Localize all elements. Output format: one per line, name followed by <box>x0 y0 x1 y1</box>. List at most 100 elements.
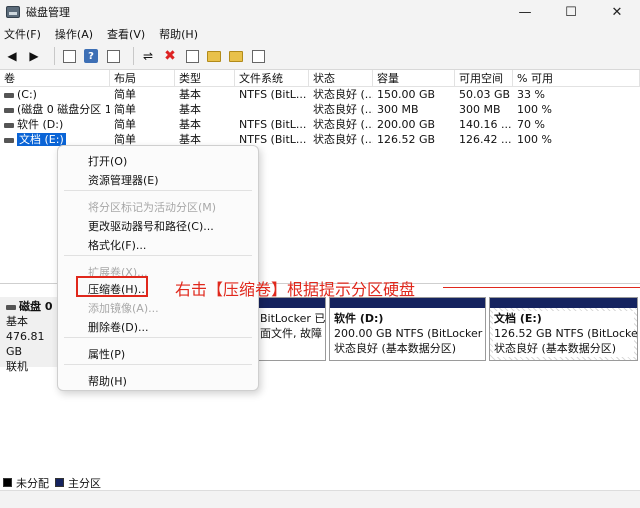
volume-name: (磁盘 0 磁盘分区 1) <box>17 103 110 116</box>
table-row[interactable]: (磁盘 0 磁盘分区 1) 简单 基本 状态良好 (... 300 MB 300… <box>0 102 640 117</box>
menu-bar: 文件(F) 操作(A) 查看(V) 帮助(H) <box>0 24 640 43</box>
menu-item-help[interactable]: 帮助(H) <box>88 373 127 389</box>
disk-label[interactable]: 磁盘 0 基本 476.81 GB 联机 <box>0 297 57 373</box>
volume-percent-free: 100 % <box>517 133 552 146</box>
properties-icon[interactable] <box>105 48 121 64</box>
column-header-status[interactable]: 状态 <box>309 70 373 86</box>
list-view-icon[interactable] <box>250 48 266 64</box>
table-row[interactable]: (C:) 简单 基本 NTFS (BitL... 状态良好 (... 150.0… <box>0 87 640 102</box>
column-header-capacity[interactable]: 容量 <box>373 70 455 86</box>
disk-icon <box>6 304 16 310</box>
folder-search-icon[interactable] <box>228 48 244 64</box>
column-header-layout[interactable]: 布局 <box>110 70 175 86</box>
forward-arrow-icon[interactable]: ▶ <box>26 48 42 64</box>
menu-item-add-mirror: 添加镜像(A)... <box>88 302 159 315</box>
minimize-button[interactable]: — <box>502 0 548 24</box>
partition-d-line2: 状态良好 (基本数据分区) <box>334 342 457 355</box>
column-header-volume[interactable]: 卷 <box>0 70 110 86</box>
volume-type: 基本 <box>179 118 201 131</box>
menu-separator <box>64 337 252 338</box>
check-icon[interactable] <box>184 48 200 64</box>
volume-layout: 简单 <box>114 88 136 101</box>
volume-capacity: 300 MB <box>377 103 419 116</box>
menu-item-mark-active: 将分区标记为活动分区(M) <box>88 201 217 214</box>
disk-type: 基本 <box>6 315 28 328</box>
partition-c[interactable]: BitLocker 已 面文件, 故障 <box>255 297 326 361</box>
menu-item-change-drive-letter[interactable]: 更改驱动器号和路径(C)... <box>88 218 214 234</box>
volume-filesystem: NTFS (BitL... <box>239 118 307 131</box>
menu-file[interactable]: 文件(F) <box>4 26 41 42</box>
annotation-underline <box>443 287 640 288</box>
console-tree-icon[interactable] <box>61 48 77 64</box>
drive-icon <box>4 137 14 143</box>
column-header-free-space[interactable]: 可用空间 <box>455 70 513 86</box>
volume-capacity: 200.00 GB <box>377 118 436 131</box>
volume-list-header: 卷 布局 类型 文件系统 状态 容量 可用空间 % 可用 <box>0 70 640 87</box>
partition-e-selected[interactable]: 文档 (E:) 126.52 GB NTFS (BitLocker 已 状态良好… <box>489 297 638 361</box>
title-bar: 磁盘管理 — ☐ ✕ <box>0 0 640 24</box>
menu-item-properties[interactable]: 属性(P) <box>88 346 125 362</box>
primary-partition-swatch <box>55 478 64 487</box>
volume-status: 状态良好 (... <box>313 118 373 131</box>
menu-separator <box>64 255 252 256</box>
menu-view[interactable]: 查看(V) <box>107 26 145 42</box>
table-row[interactable]: 软件 (D:) 简单 基本 NTFS (BitL... 状态良好 (... 20… <box>0 117 640 132</box>
column-header-type[interactable]: 类型 <box>175 70 235 86</box>
column-header-percent-free[interactable]: % 可用 <box>513 70 640 86</box>
menu-separator <box>64 190 252 191</box>
disk-size: 476.81 GB <box>6 330 45 358</box>
volume-filesystem <box>235 102 309 117</box>
partition-c-line2: 面文件, 故障 <box>260 327 322 340</box>
maximize-button[interactable]: ☐ <box>548 0 594 24</box>
disk-management-app-icon <box>6 6 20 18</box>
connect-drive-icon[interactable]: ⇌ <box>140 48 156 64</box>
volume-free-space: 50.03 GB <box>459 88 511 101</box>
volume-name: 软件 (D:) <box>17 118 64 131</box>
partition-c-line1: BitLocker 已 <box>260 312 325 325</box>
annotation-text: 右击【压缩卷】根据提示分区硬盘 <box>175 280 416 299</box>
drive-icon <box>4 92 14 98</box>
volume-status: 状态良好 (... <box>313 133 373 146</box>
close-button[interactable]: ✕ <box>594 0 640 24</box>
status-bar <box>0 490 640 508</box>
partition-e-line2: 状态良好 (基本数据分区) <box>494 342 617 355</box>
volume-percent-free: 100 % <box>517 103 552 116</box>
delete-icon[interactable]: ✖ <box>162 48 178 64</box>
menu-item-format[interactable]: 格式化(F)... <box>88 237 146 253</box>
volume-layout: 简单 <box>114 118 136 131</box>
partition-e-title: 文档 (E:) <box>494 312 542 325</box>
toolbar-divider <box>133 47 134 65</box>
legend-primary: 主分区 <box>68 476 101 490</box>
volume-type: 基本 <box>179 88 201 101</box>
disk-name: 磁盘 0 <box>19 300 53 313</box>
partition-d[interactable]: 软件 (D:) 200.00 GB NTFS (BitLocker 已加 状态良… <box>329 297 486 361</box>
disk-state: 联机 <box>6 360 28 373</box>
menu-help[interactable]: 帮助(H) <box>159 26 198 42</box>
volume-free-space: 300 MB <box>459 103 501 116</box>
toolbar-divider <box>54 47 55 65</box>
volume-free-space: 140.16 ... <box>459 118 512 131</box>
folder-up-icon[interactable] <box>206 48 222 64</box>
window-title: 磁盘管理 <box>26 6 70 19</box>
volume-percent-free: 33 % <box>517 88 545 101</box>
context-menu: 打开(O) 资源管理器(E) 将分区标记为活动分区(M) 更改驱动器号和路径(C… <box>57 145 259 391</box>
menu-item-explorer[interactable]: 资源管理器(E) <box>88 172 159 188</box>
volume-name: (C:) <box>17 88 37 101</box>
menu-separator <box>64 364 252 365</box>
help-icon[interactable]: ? <box>83 48 99 64</box>
drive-icon <box>4 122 14 128</box>
column-header-filesystem[interactable]: 文件系统 <box>235 70 309 86</box>
volume-name: 文档 (E:) <box>17 133 66 146</box>
volume-free-space: 126.42 ... <box>459 133 512 146</box>
drive-icon <box>4 107 14 113</box>
menu-action[interactable]: 操作(A) <box>55 26 93 42</box>
volume-status: 状态良好 (... <box>313 88 373 101</box>
volume-type: 基本 <box>179 103 201 116</box>
legend: 未分配 主分区 <box>0 475 640 490</box>
menu-item-open[interactable]: 打开(O) <box>88 153 127 169</box>
menu-item-delete-volume[interactable]: 删除卷(D)... <box>88 319 149 335</box>
partition-d-line1: 200.00 GB NTFS (BitLocker 已加 <box>334 327 485 340</box>
unallocated-swatch <box>3 478 12 487</box>
back-arrow-icon[interactable]: ◀ <box>4 48 20 64</box>
volume-percent-free: 70 % <box>517 118 545 131</box>
